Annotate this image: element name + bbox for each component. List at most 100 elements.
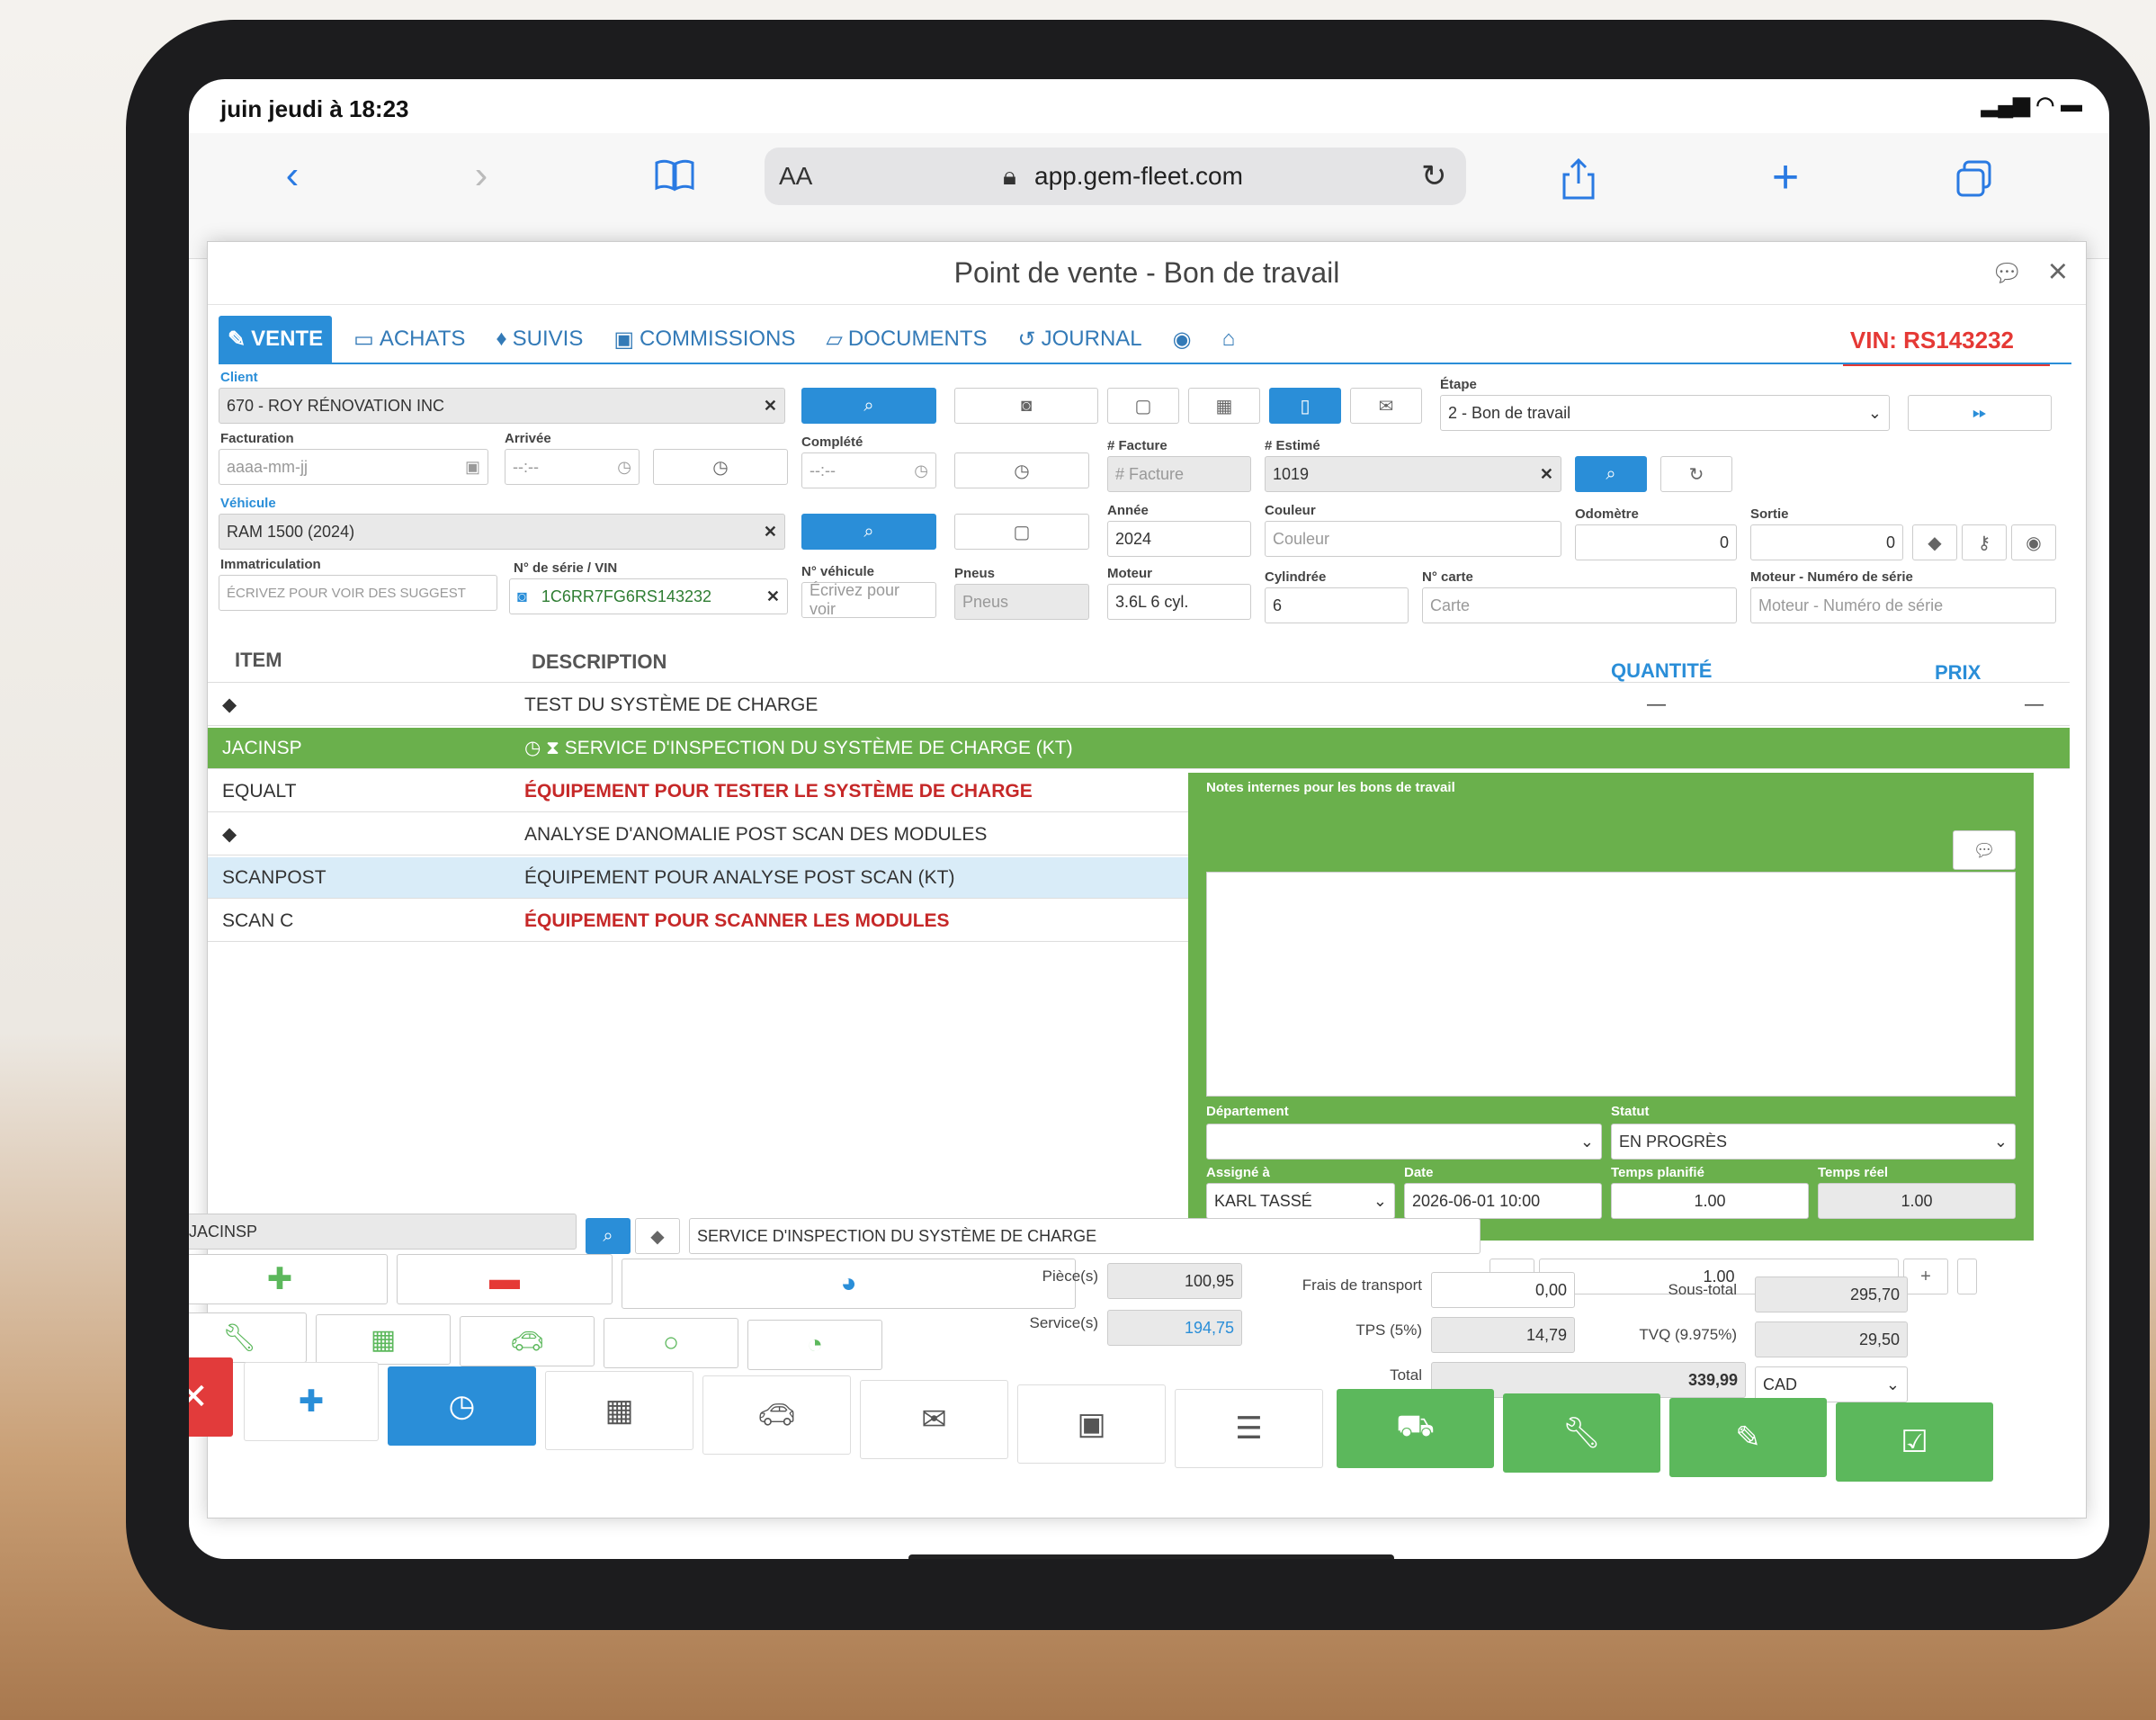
item-code-input[interactable]: JACINSP bbox=[189, 1214, 577, 1250]
edit-action-button[interactable]: ✎ bbox=[1669, 1398, 1827, 1477]
eye-button[interactable]: ◉ bbox=[2011, 524, 2056, 560]
back-icon[interactable]: ‹ bbox=[270, 153, 315, 198]
table-row-selected[interactable]: JACINSP ◷ ⧗ SERVICE D'INSPECTION DU SYST… bbox=[208, 728, 2070, 769]
calendar-button[interactable]: ▦ bbox=[1188, 388, 1260, 424]
tab-documents[interactable]: ▱ DOCUMENTS bbox=[817, 316, 996, 363]
timer-button[interactable]: ◷ bbox=[388, 1366, 536, 1446]
url-bar[interactable]: AA 🔒︎ app.gem-fleet.com ↻ bbox=[765, 148, 1466, 205]
currency-select[interactable]: CAD ⌄ bbox=[1755, 1366, 1908, 1402]
complete-now-button[interactable]: ◷ bbox=[954, 452, 1089, 488]
departement-select[interactable]: ⌄ bbox=[1206, 1124, 1602, 1160]
tab-suivis[interactable]: ♦ SUIVIS bbox=[487, 316, 592, 363]
table-row[interactable]: SCAN C ÉQUIPEMENT POUR SCANNER LES MODUL… bbox=[208, 900, 1215, 942]
search-estime-button[interactable]: ⌕ bbox=[1575, 456, 1647, 492]
clear-vin-icon[interactable]: ✕ bbox=[766, 587, 780, 606]
clear-vehicule-icon[interactable]: ✕ bbox=[764, 523, 777, 542]
close-icon[interactable]: × bbox=[2048, 253, 2068, 291]
qty-toggle[interactable] bbox=[1957, 1259, 1977, 1294]
binoculars-button[interactable]: ◙ bbox=[954, 388, 1098, 424]
camera-icon[interactable]: ◙ bbox=[517, 587, 527, 606]
note-button[interactable]: ▢ bbox=[1107, 388, 1179, 424]
no-vehicule-input[interactable]: Écrivez pour voir bbox=[801, 581, 936, 618]
complete-input[interactable]: --:-- ◷ bbox=[801, 452, 936, 488]
mobile-button[interactable]: ▯ bbox=[1269, 388, 1341, 424]
payment-button[interactable]: ▣ bbox=[1017, 1384, 1166, 1464]
wrench-action-button[interactable]: 🔧︎ bbox=[1503, 1393, 1660, 1473]
grid-button[interactable]: ▦ bbox=[316, 1314, 451, 1365]
assigne-select[interactable]: KARL TASSÉ ⌄ bbox=[1206, 1183, 1395, 1219]
statut-select[interactable]: EN PROGRÈS ⌄ bbox=[1611, 1124, 2016, 1160]
estime-input[interactable]: 1019 ✕ bbox=[1265, 456, 1561, 492]
calendar-button[interactable]: ▦ bbox=[545, 1371, 693, 1450]
date-input[interactable]: 2026-06-01 10:00 bbox=[1404, 1183, 1602, 1219]
item-description-input[interactable]: SERVICE D'INSPECTION DU SYSTÈME DE CHARG… bbox=[689, 1218, 1481, 1254]
confirm-button[interactable]: ☑ bbox=[1836, 1402, 1993, 1482]
notes-textarea[interactable] bbox=[1206, 872, 2016, 1097]
vin-input[interactable]: ◙ 1C6RR7FG6RS143232 ✕ bbox=[509, 578, 788, 614]
cancel-button[interactable]: ✕ bbox=[189, 1357, 233, 1437]
tag-button[interactable]: ◆ bbox=[1912, 524, 1957, 560]
table-row[interactable]: SCANPOST ÉQUIPEMENT POUR ANALYSE POST SC… bbox=[208, 857, 1215, 899]
table-row[interactable]: EQUALT ÉQUIPEMENT POUR TESTER LE SYSTÈME… bbox=[208, 771, 1215, 812]
vehicle-button[interactable]: 🚗︎ bbox=[702, 1375, 851, 1455]
tab-journal[interactable]: ↺ JOURNAL bbox=[1009, 316, 1151, 363]
arrivee-now-button[interactable]: ◷ bbox=[653, 449, 788, 485]
moteur-input[interactable]: 3.6L 6 cyl. bbox=[1107, 584, 1251, 620]
truck-button[interactable]: ⛟ bbox=[1337, 1389, 1494, 1468]
tab-achats[interactable]: ▭ ACHATS bbox=[344, 316, 474, 363]
forward-icon[interactable]: › bbox=[459, 153, 504, 198]
vehicule-note-button[interactable]: ▢ bbox=[954, 514, 1089, 550]
new-tab-icon[interactable]: + bbox=[1763, 151, 1808, 203]
search-client-button[interactable]: ⌕ bbox=[801, 388, 936, 424]
immatriculation-input[interactable]: ÉCRIVEZ POUR VOIR DES SUGGEST bbox=[219, 575, 497, 611]
frais-input[interactable]: 0,00 bbox=[1431, 1272, 1575, 1308]
next-step-button[interactable]: ⏩︎ bbox=[1908, 395, 2052, 431]
email-button[interactable]: ✉ bbox=[1350, 388, 1422, 424]
cylindree-input[interactable]: 6 bbox=[1265, 587, 1409, 623]
gauge-button[interactable]: ◔ bbox=[747, 1320, 882, 1370]
refresh-button[interactable]: ↻ bbox=[1660, 456, 1732, 492]
tabs-icon[interactable] bbox=[1952, 157, 1997, 202]
clear-estime-icon[interactable]: ✕ bbox=[1540, 465, 1553, 484]
moteur-serie-input[interactable]: Moteur - Numéro de série bbox=[1750, 587, 2056, 623]
facturation-input[interactable]: aaaa-mm-jj ▣ bbox=[219, 449, 488, 485]
clear-client-icon[interactable]: ✕ bbox=[764, 397, 777, 416]
table-row[interactable]: ◆ TEST DU SYSTÈME DE CHARGE — — bbox=[208, 685, 2070, 726]
add-line-button[interactable]: ✚ bbox=[189, 1254, 388, 1304]
facture-input[interactable]: # Facture bbox=[1107, 456, 1251, 492]
comment-button[interactable]: 💬︎ bbox=[1953, 830, 2016, 870]
odometre-input[interactable]: 0 bbox=[1575, 524, 1737, 560]
add-button[interactable]: ✚ bbox=[244, 1362, 379, 1441]
reload-icon[interactable]: ↻ bbox=[1421, 158, 1447, 194]
temps-planifie-input[interactable]: 1.00 bbox=[1611, 1183, 1809, 1219]
remove-line-button[interactable]: ▬ bbox=[397, 1254, 613, 1304]
vehicule-input[interactable]: RAM 1500 (2024) ✕ bbox=[219, 514, 785, 550]
qty-plus-button[interactable]: + bbox=[1903, 1259, 1948, 1294]
share-icon[interactable] bbox=[1556, 155, 1601, 203]
tab-vente[interactable]: ✎ VENTE bbox=[219, 316, 333, 363]
tab-commissions[interactable]: ▣ COMMISSIONS bbox=[604, 316, 804, 363]
chat-icon[interactable]: 💬︎ bbox=[1990, 258, 2023, 288]
sortie-input[interactable]: 0 bbox=[1750, 524, 1903, 560]
wrench-button[interactable]: 🔧︎ bbox=[189, 1312, 307, 1363]
key-button[interactable]: ⚷ bbox=[1962, 524, 2007, 560]
training-tab[interactable]: ⌂ bbox=[1213, 316, 1245, 363]
arrivee-input[interactable]: --:-- ◷ bbox=[505, 449, 640, 485]
client-input[interactable]: 670 - ROY RÉNOVATION INC ✕ bbox=[219, 388, 785, 424]
couleur-input[interactable]: Couleur bbox=[1265, 521, 1561, 557]
pneus-input[interactable]: Pneus bbox=[954, 584, 1089, 620]
etape-select[interactable]: 2 - Bon de travail ⌄ bbox=[1440, 395, 1890, 431]
globe-tab[interactable]: ◉ bbox=[1164, 316, 1201, 363]
circle-button[interactable]: ○ bbox=[604, 1318, 738, 1368]
table-row[interactable]: ◆ ANALYSE D'ANOMALIE POST SCAN DES MODUL… bbox=[208, 814, 1215, 856]
item-search-button[interactable]: ⌕ bbox=[586, 1218, 631, 1254]
search-vehicule-button[interactable]: ⌕ bbox=[801, 514, 936, 550]
bookmarks-icon[interactable] bbox=[648, 153, 702, 198]
reader-aa[interactable]: AA bbox=[779, 162, 812, 191]
email-button[interactable]: ✉ bbox=[860, 1380, 1008, 1459]
no-carte-input[interactable]: Carte bbox=[1422, 587, 1737, 623]
temps-reel-input[interactable]: 1.00 bbox=[1818, 1183, 2016, 1219]
list-button[interactable]: ☰ bbox=[1175, 1389, 1323, 1468]
annee-input[interactable]: 2024 bbox=[1107, 521, 1251, 557]
item-tag-button[interactable]: ◆ bbox=[635, 1218, 680, 1254]
